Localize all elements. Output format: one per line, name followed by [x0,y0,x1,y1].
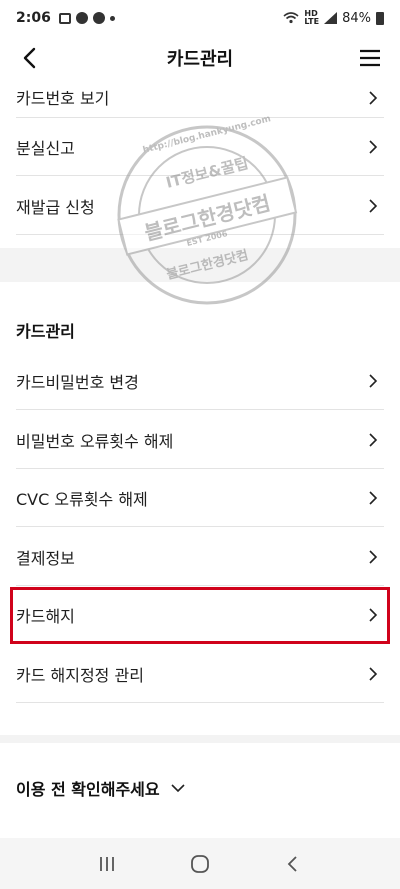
section-divider [0,735,400,743]
card-number-view-row[interactable]: 카드번호 보기 [16,80,384,118]
menu-button[interactable] [356,44,384,72]
status-bar: 2:06 HD LTE 84% [0,0,400,36]
notice-toggle[interactable]: 이용 전 확인해주세요 [16,770,186,806]
notice-label: 이용 전 확인해주세요 [16,780,160,799]
hamburger-menu-icon [360,49,380,67]
card-management-content[interactable]: 카드번호 보기 분실신고 재발급 신청 카드관리 카드비밀번호 변경 비밀번호 … [0,80,400,838]
chevron-down-icon [171,784,185,793]
row-label: 카드해지 [16,606,75,626]
row-label: 비밀번호 오류횟수 해제 [16,431,174,451]
system-back-button[interactable] [275,846,311,882]
row-label: 재발급 신청 [16,197,95,217]
chevron-right-icon [369,91,378,105]
signal-icon [324,12,338,24]
chevron-right-icon [369,491,378,505]
system-nav-bar [0,838,400,889]
battery-icon [376,11,384,25]
card-cancellation-row[interactable]: 카드해지 [16,586,384,644]
chat-notification-icon [92,12,105,24]
chevron-right-icon [369,608,378,622]
page-title: 카드관리 [166,49,234,70]
chevron-right-icon [369,374,378,388]
back-arrow-icon [23,47,36,69]
reset-cvc-error-row[interactable]: CVC 오류횟수 해제 [16,469,384,527]
status-time: 2:06 [16,10,51,26]
row-label: 분실신고 [16,138,75,158]
lost-card-report-row[interactable]: 분실신고 [16,118,384,176]
back-button[interactable] [16,44,44,72]
home-button[interactable] [182,846,218,882]
app-bar: 카드관리 [0,36,400,80]
payment-info-row[interactable]: 결제정보 [16,528,384,586]
recent-apps-button[interactable] [89,846,125,882]
recent-apps-icon [99,856,114,871]
row-label: 카드비밀번호 변경 [16,372,139,392]
cancellation-correction-row[interactable]: 카드 해지정정 관리 [16,645,384,703]
chevron-right-icon [369,433,378,447]
section-title: 카드관리 [16,322,75,341]
row-label: 결제정보 [16,548,75,568]
chevron-right-icon [369,550,378,564]
chevron-right-icon [369,140,378,154]
reissue-request-row[interactable]: 재발급 신청 [16,177,384,235]
app-notification-icon [75,12,88,24]
home-icon [191,854,209,873]
chevron-right-icon [369,667,378,681]
section-divider [0,248,400,282]
wifi-icon [283,12,299,24]
row-label: 카드 해지정정 관리 [16,665,144,685]
chevron-right-icon [369,199,378,213]
gallery-notification-icon [58,12,71,24]
more-notifications-icon [109,15,115,21]
network-badge: HD LTE [304,9,320,26]
back-chevron-icon [288,855,297,872]
reset-password-error-row[interactable]: 비밀번호 오류횟수 해제 [16,411,384,469]
row-label: CVC 오류횟수 해제 [16,489,148,509]
change-card-password-row[interactable]: 카드비밀번호 변경 [16,352,384,410]
battery-percent: 84% [342,10,371,26]
row-label: 카드번호 보기 [16,88,110,108]
